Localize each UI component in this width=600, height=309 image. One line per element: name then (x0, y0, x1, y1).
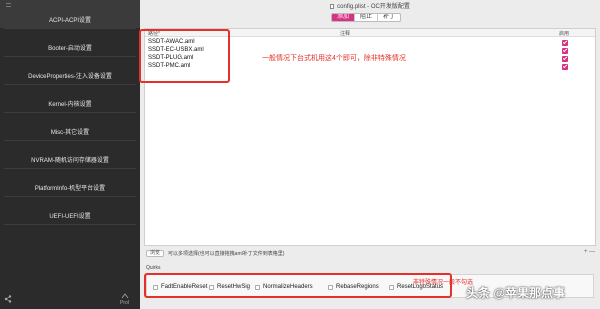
drag-handle-icon (6, 3, 11, 10)
column-header-comment[interactable]: 注释 (340, 30, 350, 37)
enabled-checkbox[interactable] (562, 40, 568, 46)
sidebar: ACPI-ACPI设置 Booter-启动设置 DeviceProperties… (0, 0, 140, 309)
annotation-table-note: 一般情况下台式机用这4个即可，除非特殊情况 (262, 55, 406, 62)
annotation-highlight-quirks (144, 273, 452, 298)
export-label: ProI (120, 300, 130, 306)
enabled-checkbox[interactable] (562, 56, 568, 62)
sidebar-item-label: PlatformInfo-机型平台设置 (34, 186, 106, 192)
sidebar-item-platforminfo[interactable]: PlatformInfo-机型平台设置 (0, 168, 140, 196)
sidebar-item-label: DeviceProperties-注入设备设置 (28, 74, 112, 80)
sidebar-item-deviceproperties[interactable]: DeviceProperties-注入设备设置 (0, 56, 140, 84)
sidebar-item-misc[interactable]: Misc-其它设置 (0, 112, 140, 140)
quirks-label: Quirks (146, 265, 161, 271)
sidebar-item-label: Misc-其它设置 (50, 130, 90, 136)
enabled-checkbox[interactable] (562, 64, 568, 70)
sidebar-divider (4, 224, 136, 225)
sidebar-item-booter[interactable]: Booter-启动设置 (0, 28, 140, 56)
tab-add[interactable]: 添加 (332, 14, 356, 21)
sidebar-item-label: Kernel-内核设置 (48, 102, 92, 108)
browse-button[interactable]: 浏览 (146, 250, 165, 257)
tab-patch[interactable]: 补丁 (378, 14, 400, 21)
watermark: 头条 @苹果那点事 (466, 286, 566, 300)
annotation-highlight-table (139, 29, 230, 83)
table-toolbar: 浏览 可以多项选择(也可以直接拖拽aml补丁文件到表格里) + — (144, 249, 596, 258)
window-title: config.plist - OC开发版配置 (140, 1, 600, 10)
document-icon (330, 4, 335, 9)
sidebar-item-label: ACPI-ACPI设置 (48, 18, 91, 24)
window-title-text: config.plist - OC开发版配置 (337, 4, 410, 10)
export-icon[interactable]: ProI (120, 293, 129, 306)
column-header-enabled[interactable]: 启用 (559, 30, 569, 37)
sidebar-item-label: UEFI-UEFI设置 (49, 214, 91, 220)
sidebar-item-acpi[interactable]: ACPI-ACPI设置 (0, 0, 140, 28)
sidebar-item-label: Booter-启动设置 (48, 46, 92, 52)
annotation-quirks-note: 非特殊情况一般不勾选 (413, 280, 474, 286)
toolbar-hint: 可以多项选择(也可以直接拖拽aml补丁文件到表格里) (168, 251, 285, 257)
sidebar-item-kernel[interactable]: Kernel-内核设置 (0, 84, 140, 112)
enabled-checkbox[interactable] (562, 48, 568, 54)
sidebar-item-label: NVRAM-随机访问存储器设置 (31, 158, 109, 164)
tab-bar: 添加 阻止 补丁 (331, 13, 402, 22)
share-icon[interactable] (4, 295, 12, 305)
sidebar-item-uefi[interactable]: UEFI-UEFI设置 (0, 196, 140, 224)
sidebar-item-nvram[interactable]: NVRAM-随机访问存储器设置 (0, 140, 140, 168)
add-remove-buttons[interactable]: + — (584, 249, 595, 255)
tab-block[interactable]: 阻止 (355, 14, 379, 21)
